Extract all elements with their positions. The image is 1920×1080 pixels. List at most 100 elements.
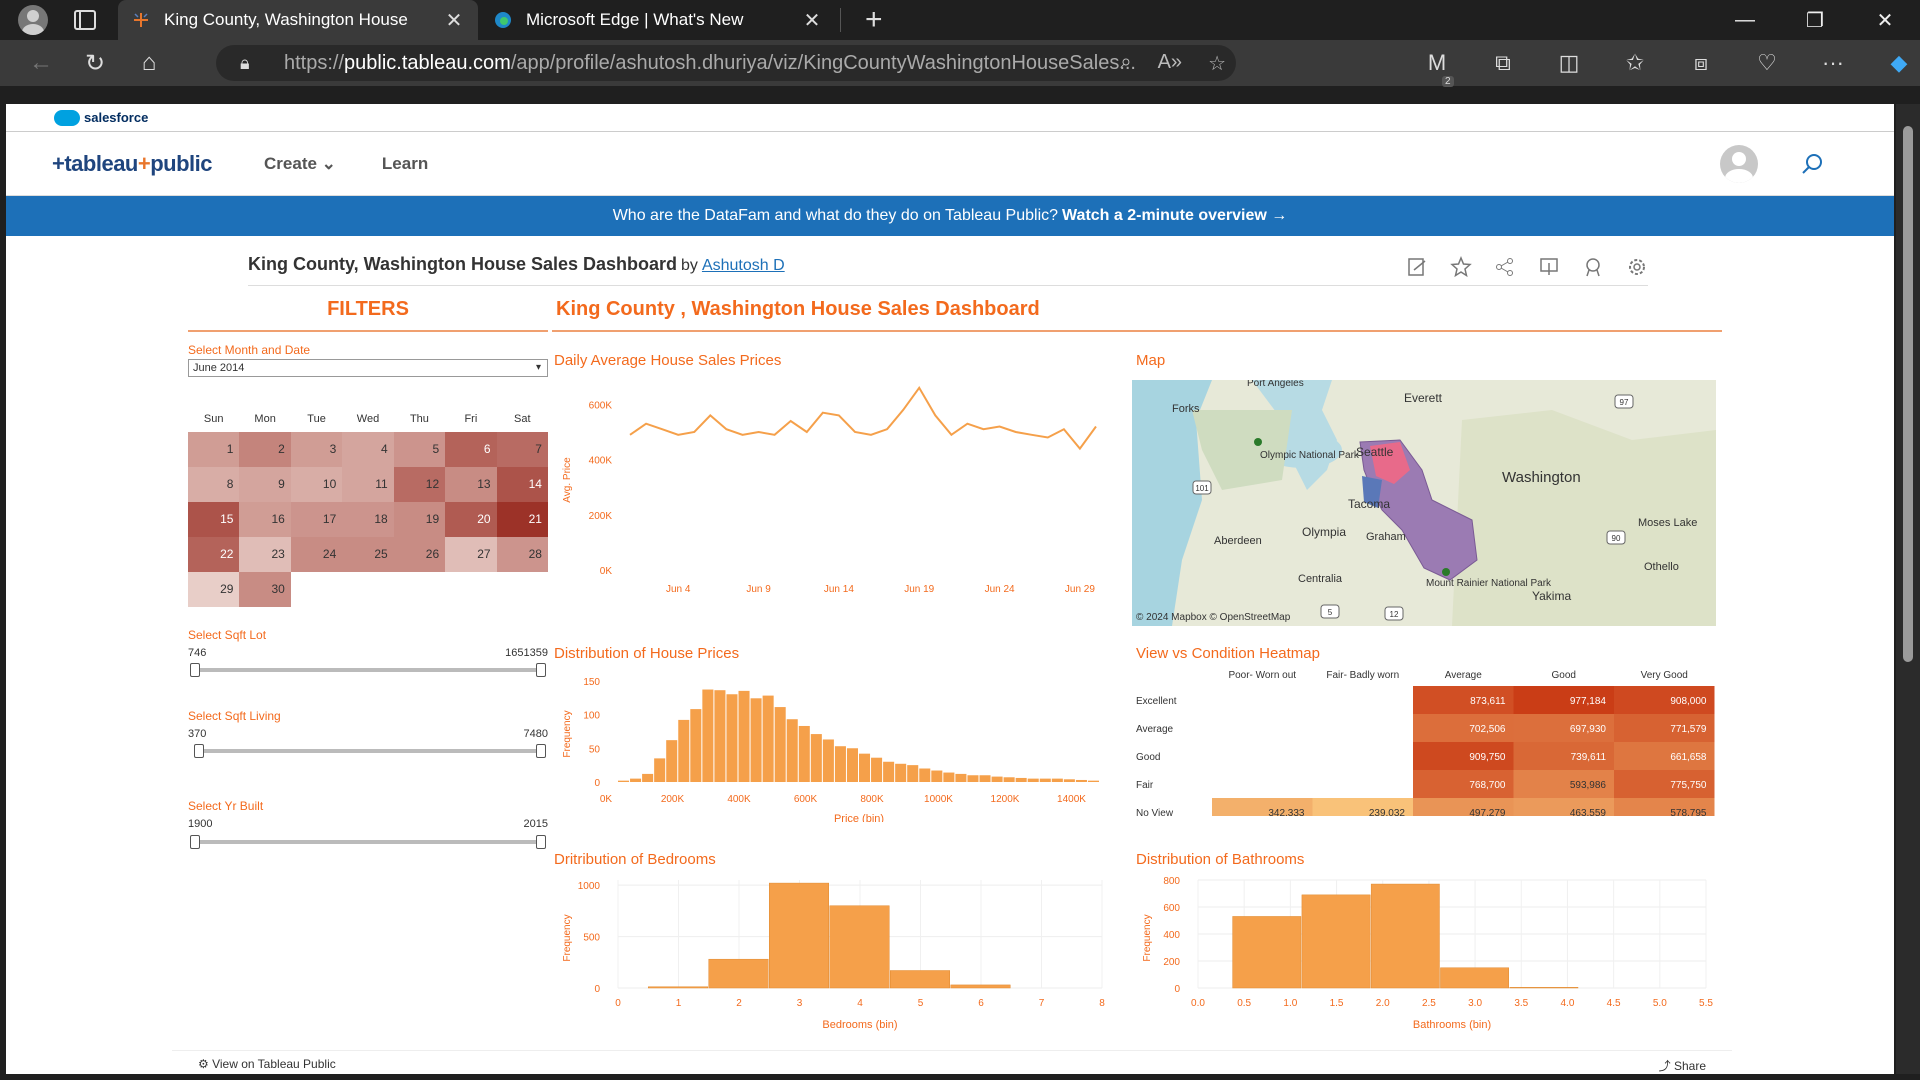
calendar-day[interactable]: 5 — [393, 432, 446, 467]
calendar-day[interactable]: 7 — [496, 432, 548, 467]
price-bar — [630, 778, 642, 782]
home-icon[interactable]: ⌂ — [126, 40, 172, 86]
x-tick-label: 1200K — [991, 794, 1020, 805]
close-tab-icon[interactable]: ✕ — [444, 8, 464, 33]
yr-built-slider[interactable] — [194, 840, 542, 844]
copilot-icon[interactable]: ◆ — [1866, 50, 1920, 76]
download-icon[interactable] — [1538, 256, 1560, 278]
daily-price-line-chart[interactable]: 0K 200K 400K 600K Jun 4 Jun 9 Jun 14 Jun 19 Jun … — [552, 370, 1112, 600]
price-bar — [798, 725, 810, 782]
calendar-day[interactable]: 15 — [188, 502, 240, 537]
minimize-icon[interactable]: — — [1710, 0, 1780, 40]
view-on-tableau-public-link[interactable]: ⚙︎ View on Tableau Public — [198, 1057, 336, 1071]
calendar-day[interactable]: 27 — [445, 537, 497, 572]
calendar-day[interactable]: 14 — [496, 467, 548, 502]
close-window-icon[interactable]: ✕ — [1850, 0, 1920, 40]
yr-built-min-handle[interactable] — [190, 835, 200, 849]
sqft-lot-max-handle[interactable] — [536, 663, 546, 677]
sqft-lot-slider[interactable] — [194, 668, 542, 672]
price-bar — [871, 757, 883, 782]
heatmap-value: 739,611 — [1571, 752, 1607, 763]
tab-edge-whats-new[interactable]: Microsoft Edge | What's New ✕ — [480, 0, 836, 40]
calendar-day[interactable]: 28 — [496, 537, 548, 572]
malwarebytes-extension-icon[interactable]: M2 — [1404, 50, 1470, 87]
price-distribution-chart[interactable]: 0 50 100 150 0K 200K 400K 600K 800K 1000K 1200K 140… — [552, 664, 1112, 822]
tab-actions-icon[interactable] — [74, 10, 96, 30]
calendar-day[interactable]: 21 — [496, 502, 548, 537]
read-aloud-icon[interactable]: A» — [1158, 51, 1182, 76]
new-tab-icon[interactable]: + — [865, 3, 883, 37]
calendar-day[interactable]: 24 — [290, 537, 343, 572]
calendar-day[interactable]: 2 — [239, 432, 291, 467]
price-bar — [1063, 779, 1075, 782]
calendar-day[interactable]: 25 — [342, 537, 394, 572]
x-tick-label: 5.0 — [1653, 998, 1667, 1009]
calendar-day[interactable]: 29 — [188, 572, 240, 607]
favorite-star-icon[interactable]: ☆ — [1208, 51, 1226, 76]
author-link[interactable]: Ashutosh D — [702, 257, 785, 274]
calendar-day[interactable]: 23 — [239, 537, 291, 572]
y-tick-label: 500 — [583, 933, 600, 944]
edit-icon[interactable] — [1406, 256, 1428, 278]
settings-gear-icon[interactable] — [1626, 256, 1648, 278]
sqft-lot-min-handle[interactable] — [190, 663, 200, 677]
favorite-icon[interactable] — [1450, 256, 1472, 278]
zoom-icon[interactable]: ⌕ — [1120, 51, 1131, 76]
sqft-living-slider[interactable] — [194, 749, 542, 753]
calendar-day[interactable]: 6 — [445, 432, 497, 467]
yr-built-max-handle[interactable] — [536, 835, 546, 849]
calendar-day[interactable]: 4 — [342, 432, 394, 467]
url-text[interactable]: https://public.tableau.com/app/profile/a… — [284, 52, 1184, 75]
page-scrollbar-thumb[interactable] — [1903, 126, 1913, 662]
restore-icon[interactable]: ❐ — [1780, 0, 1850, 40]
calendar-day[interactable]: 11 — [342, 467, 394, 502]
split-screen-icon[interactable]: ◫ — [1536, 50, 1602, 76]
calendar-day[interactable]: 22 — [188, 537, 240, 572]
heatmap-value: 661,658 — [1670, 752, 1707, 763]
calendar-day[interactable]: 17 — [290, 502, 343, 537]
close-tab-icon[interactable]: ✕ — [802, 8, 822, 33]
calendar-day[interactable]: 13 — [445, 467, 497, 502]
calendar-day[interactable]: 26 — [393, 537, 446, 572]
lock-icon[interactable]: 🔒︎ — [240, 53, 260, 74]
tab-tableau[interactable]: King County, Washington House ✕ — [118, 0, 478, 40]
calendar-day[interactable]: 30 — [239, 572, 291, 607]
king-county-map[interactable]: Port Angeles Everett Forks Olympic National… — [1132, 380, 1716, 626]
sqft-living-min-handle[interactable] — [194, 744, 204, 758]
y-tick-label: 400K — [589, 456, 613, 467]
sqft-living-max-handle[interactable] — [536, 744, 546, 758]
page-viewport: salesforce +tableau+public Create ⌄ Lear… — [6, 104, 1894, 1074]
weekday-label: Mon — [254, 413, 276, 425]
favorites-icon[interactable]: ✩ — [1602, 50, 1668, 76]
calendar-day[interactable]: 10 — [290, 467, 343, 502]
back-icon[interactable]: ← — [18, 40, 64, 86]
more-menu-icon[interactable]: ··· — [1800, 50, 1866, 76]
heatmap-value: 497,279 — [1469, 808, 1506, 816]
extensions-puzzle-icon[interactable]: ⧉ — [1470, 50, 1536, 76]
price-bar — [774, 707, 786, 782]
calendar-day[interactable]: 16 — [239, 502, 291, 537]
calendar-day[interactable]: 9 — [239, 467, 291, 502]
calendar-day[interactable]: 12 — [393, 467, 446, 502]
url-bar[interactable]: 🔒︎ https://public.tableau.com/app/profil… — [216, 45, 1236, 81]
calendar-day[interactable]: 1 — [188, 432, 240, 467]
bathrooms-chart[interactable]: 0 200 400 600 800 0.0 0.5 1.0 1.5 2.0 2.5 3.0 3.5 4.0… — [1132, 868, 1716, 1038]
calendar-day[interactable]: 3 — [290, 432, 343, 467]
month-dropdown[interactable]: June 2014 — [188, 359, 548, 377]
view-condition-heatmap[interactable]: Poor- Worn out Fair- Badly worn Average Goo… — [1132, 666, 1716, 816]
sqft-lot-max: 1651359 — [505, 647, 548, 659]
calendar-day[interactable]: 8 — [188, 467, 240, 502]
collections-icon[interactable]: ⧈ — [1668, 50, 1734, 76]
browser-essentials-icon[interactable]: ♡ — [1734, 50, 1800, 76]
calendar-day[interactable]: 19 — [393, 502, 446, 537]
profile-avatar[interactable] — [18, 5, 48, 35]
bedrooms-chart[interactable]: 0 500 1000 0 1 2 3 4 5 6 7 8 Bedrooms (bin) Frequency — [552, 868, 1112, 1038]
y-tick-label: 400 — [1163, 930, 1180, 941]
map-place-label: Forks — [1172, 403, 1200, 415]
calendar-day[interactable]: 18 — [342, 502, 394, 537]
share-button[interactable]: ⤴ Share — [1659, 1057, 1706, 1074]
metrics-icon[interactable] — [1582, 256, 1604, 278]
share-icon[interactable] — [1494, 256, 1516, 278]
calendar-day[interactable]: 20 — [445, 502, 497, 537]
refresh-icon[interactable]: ↻ — [72, 40, 118, 86]
